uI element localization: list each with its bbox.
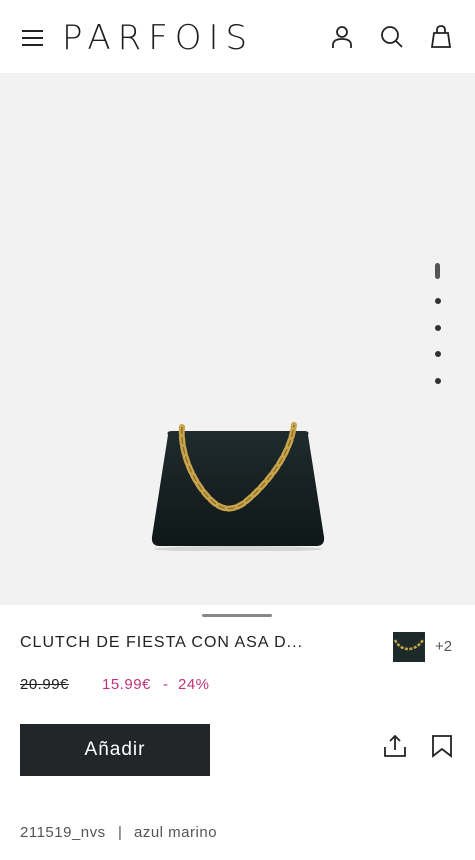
gallery-dot[interactable] <box>435 325 441 331</box>
product-page: PARFOIS CLUTCH DE FIESTA CON ASA D... +2… <box>0 0 475 860</box>
add-to-cart-button[interactable]: Añadir <box>20 724 210 776</box>
sheet-drag-handle[interactable] <box>202 614 272 617</box>
product-image-gallery[interactable] <box>0 73 475 605</box>
share-icon[interactable] <box>382 733 408 759</box>
color-swatch[interactable] <box>393 632 425 662</box>
original-price: 20.99€ <box>20 676 69 693</box>
product-title: CLUTCH DE FIESTA CON ASA D... <box>20 634 303 651</box>
product-reference: 211519_nvs <box>20 824 106 841</box>
product-image <box>148 421 328 552</box>
meta-separator: | <box>118 824 122 841</box>
discount-percent: 24% <box>178 676 210 693</box>
sale-price: 15.99€ <box>102 676 151 693</box>
top-header: PARFOIS <box>0 0 475 73</box>
bookmark-icon[interactable] <box>429 733 455 759</box>
user-icon[interactable] <box>329 24 355 50</box>
more-colors-count[interactable]: +2 <box>435 638 452 655</box>
menu-icon[interactable] <box>22 26 44 48</box>
gallery-dot[interactable] <box>435 351 441 357</box>
shopping-bag-icon[interactable] <box>428 24 454 50</box>
gallery-dot-active[interactable] <box>435 263 440 279</box>
gallery-dot[interactable] <box>435 298 441 304</box>
gallery-pagination <box>432 263 444 393</box>
discount-separator: - <box>163 676 168 693</box>
gallery-dot[interactable] <box>435 378 441 384</box>
product-color-name: azul marino <box>134 824 218 841</box>
search-icon[interactable] <box>379 24 405 50</box>
brand-logo[interactable]: PARFOIS <box>62 18 254 58</box>
